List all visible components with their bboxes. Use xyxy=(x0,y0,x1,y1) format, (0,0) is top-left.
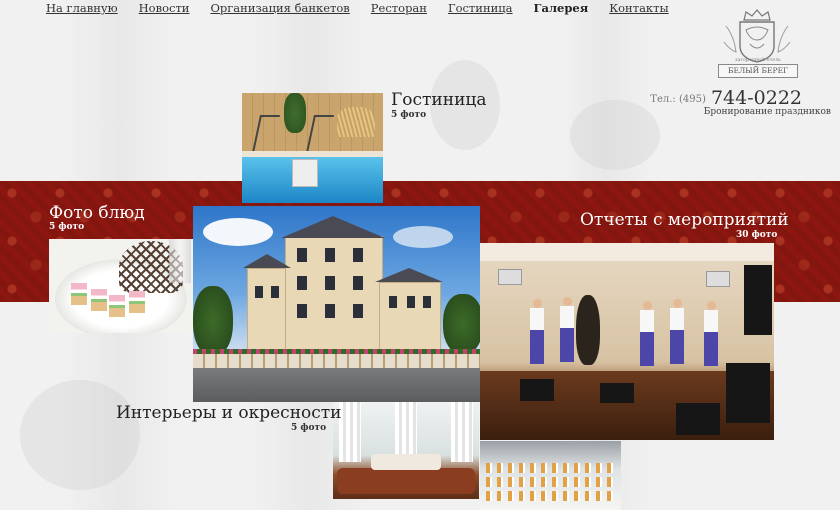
window xyxy=(297,304,307,318)
nav-link-contacts[interactable]: Контакты xyxy=(609,1,668,15)
curtain xyxy=(395,402,417,462)
fence xyxy=(193,354,480,368)
window xyxy=(255,286,263,298)
album-count-interiors: 5 фото xyxy=(291,423,327,433)
wall-speaker xyxy=(498,269,522,285)
tree xyxy=(193,286,233,356)
dessert xyxy=(129,291,145,313)
pool-decor xyxy=(337,107,375,137)
nav-link-hotel[interactable]: Гостиница xyxy=(448,1,513,15)
album-count-hotel: 5 фото xyxy=(391,110,427,120)
road xyxy=(193,368,480,402)
pa-speaker xyxy=(744,265,772,335)
musician xyxy=(704,301,718,366)
stage-monitor xyxy=(600,383,634,403)
wall-speaker xyxy=(706,271,730,287)
musician xyxy=(560,297,574,362)
glass-row xyxy=(486,463,616,473)
window xyxy=(325,276,335,290)
album-title-events[interactable]: Отчеты с мероприятий xyxy=(580,210,789,230)
phone-block: Тел.: (495) 744-0222 xyxy=(650,87,802,109)
album-count-dishes: 5 фото xyxy=(49,222,85,232)
pool-fixture xyxy=(292,159,318,187)
phone-prefix: Тел.: (495) xyxy=(650,94,706,105)
building-roof xyxy=(243,254,291,268)
album-title-dishes[interactable]: Фото блюд xyxy=(49,203,145,223)
nav-link-restaurant[interactable]: Ресторан xyxy=(371,1,427,15)
nav-link-banquets[interactable]: Организация банкетов xyxy=(210,1,349,15)
main-navigation: На главную Новости Организация банкетов … xyxy=(46,1,690,15)
window xyxy=(423,296,431,308)
album-count-events: 30 фото xyxy=(736,230,778,240)
cloud xyxy=(203,218,273,246)
tree xyxy=(443,294,480,354)
logo-tagline: загородный отель xyxy=(735,58,781,63)
dining-table xyxy=(371,454,441,470)
window xyxy=(325,304,335,318)
window xyxy=(353,276,363,290)
window xyxy=(271,286,279,298)
window xyxy=(353,248,363,262)
stage-speaker xyxy=(676,403,720,435)
stage-monitor xyxy=(520,379,554,401)
building-roof xyxy=(281,216,385,238)
dessert xyxy=(91,289,107,311)
double-bass xyxy=(576,295,600,365)
background-palm xyxy=(570,100,660,170)
window xyxy=(407,296,415,308)
glass-row xyxy=(486,477,616,487)
musician xyxy=(640,301,654,366)
stage-speaker xyxy=(726,363,770,423)
glass xyxy=(169,239,191,283)
album-thumbnail-events[interactable] xyxy=(480,243,774,440)
pool-plant xyxy=(284,93,306,133)
building-wing xyxy=(379,282,441,352)
logo-name[interactable]: БЕЛЫЙ БЕРЕГ xyxy=(718,64,798,78)
nav-link-gallery[interactable]: Галерея xyxy=(534,1,589,15)
background-plant xyxy=(20,380,140,490)
musician xyxy=(670,299,684,364)
booking-subtitle: Бронирование праздников xyxy=(703,107,831,117)
album-thumbnail-buffet[interactable] xyxy=(480,441,621,510)
cloud xyxy=(393,226,453,248)
album-title-interiors[interactable]: Интерьеры и окресности xyxy=(116,403,342,423)
window xyxy=(325,248,335,262)
dessert xyxy=(71,283,87,305)
glass-row xyxy=(486,491,616,501)
sofa xyxy=(337,468,475,494)
window xyxy=(297,276,307,290)
curtain xyxy=(339,402,361,462)
dessert xyxy=(109,295,125,317)
album-thumbnail-interiors[interactable] xyxy=(193,206,480,402)
phone-number[interactable]: 744-0222 xyxy=(711,87,802,109)
album-title-hotel[interactable]: Гостиница xyxy=(391,90,486,110)
album-thumbnail-interior-room[interactable] xyxy=(333,402,479,499)
nav-link-news[interactable]: Новости xyxy=(139,1,190,15)
curtain xyxy=(451,402,473,462)
window xyxy=(353,304,363,318)
album-thumbnail-dishes[interactable] xyxy=(49,239,194,333)
window xyxy=(389,296,397,308)
nav-link-home[interactable]: На главную xyxy=(46,1,118,15)
building-roof xyxy=(375,268,443,282)
ceiling xyxy=(480,243,774,261)
album-thumbnail-hotel[interactable] xyxy=(242,93,383,203)
building-wing xyxy=(247,268,289,352)
window xyxy=(297,248,307,262)
musician xyxy=(530,299,544,364)
